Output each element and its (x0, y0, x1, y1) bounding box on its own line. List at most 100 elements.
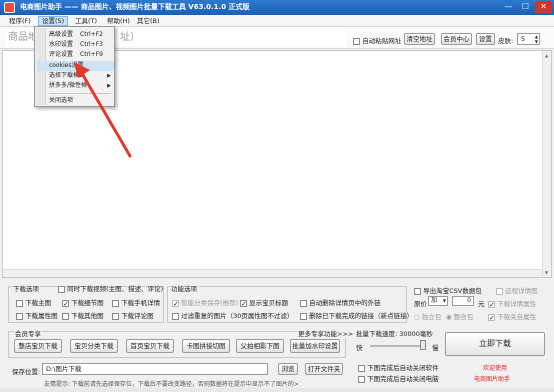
vertical-scrollbar[interactable]: ▲ ▼ (542, 51, 551, 277)
auto-close-check[interactable] (358, 364, 365, 372)
browse-button[interactable]: 浏览 (278, 363, 298, 375)
scroll-down-icon[interactable]: ▼ (545, 270, 548, 275)
detail-attr-check[interactable] (488, 300, 495, 308)
price-label: 原价 (414, 300, 427, 308)
filter-dup-label: 过滤重复的图片（30页属性图不过滤） (181, 312, 294, 320)
window-title: 电商图片助手 —— 商品图片、视频图片批量下载工具 V63.0.1.0 正式版 (20, 3, 250, 11)
stitch-image-button[interactable]: 卡图拼接切图 (182, 339, 230, 353)
other-image-check[interactable] (62, 312, 69, 320)
mobile-detail-check[interactable] (112, 299, 119, 307)
price-unit: 元 (478, 300, 485, 308)
price-value-input[interactable]: 0 (452, 296, 474, 306)
skin-value: 5 (521, 35, 526, 43)
auto-shutdown-check[interactable] (358, 375, 365, 383)
price-mode-select[interactable]: 加 ▼ (428, 296, 448, 306)
open-folder-button[interactable]: 打开文件夹 (305, 363, 343, 375)
category-download-button[interactable]: 宝贝分类下载 (70, 339, 118, 353)
option-filter-dup[interactable]: 过滤重复的图片（30页属性图不过滤） (172, 310, 293, 320)
option-mobile-detail[interactable]: 下载手机详情 (112, 297, 160, 307)
menu-advanced-settings[interactable]: 高级设置 Ctrl+F2 (37, 30, 114, 40)
member-center-button[interactable]: 会员中心 (441, 33, 472, 45)
detail-attr-option[interactable]: 下载详情属性 (488, 298, 536, 308)
auto-attr-option[interactable]: 下载关自属性 (488, 311, 536, 321)
review-image-label: 下载评论图 (121, 312, 154, 320)
review-image-check[interactable] (112, 312, 119, 320)
attr-image-check[interactable] (16, 312, 23, 320)
status-bar (0, 388, 554, 392)
download-now-button[interactable]: 立即下载 (445, 332, 545, 356)
main-image-label: 下载主图 (25, 299, 52, 307)
skin-stepper[interactable]: 5 ▲ ▼ (517, 33, 540, 45)
remove-links-check[interactable] (300, 299, 307, 307)
other-image-label: 下载其他图 (71, 312, 104, 320)
filter-dup-check[interactable] (172, 312, 179, 320)
main-image-check[interactable] (16, 299, 23, 307)
save-location-label: 保存位置: (12, 368, 41, 376)
menu-settings[interactable]: 设置(S) (38, 16, 69, 26)
annotation-arrow-icon (74, 62, 132, 158)
save-path-input[interactable]: D:\图片下载 (42, 363, 268, 375)
option-show-title[interactable]: 显示宝贝标题 (240, 297, 288, 307)
auto-paste-checkbox[interactable]: 自动粘贴网址 (353, 35, 401, 45)
option-remove-links[interactable]: 自动删除详情页中的外链 (300, 297, 381, 307)
detail-image-check[interactable] (62, 299, 69, 307)
mobile-detail-label: 下载手机详情 (121, 299, 161, 307)
option-main-image[interactable]: 下载主图 (16, 297, 51, 307)
home-download-button[interactable]: 首页宝贝下载 (126, 339, 174, 353)
member-title: 会员专享 (14, 328, 42, 338)
price-mode-value: 加 (431, 297, 438, 304)
minimize-button[interactable]: — (500, 1, 517, 13)
menu-watermark-settings[interactable]: 水印设置 Ctrl+F3 (37, 40, 114, 50)
remote-detail-check[interactable] (496, 287, 503, 295)
shop-download-button[interactable]: 整店宝贝下载 (14, 339, 62, 353)
friendly-tip: 友情提示: 下载前请先选择保存位，下载后不要改变路径，否则数据将在提示中显示不了… (44, 381, 299, 388)
option-review-image[interactable]: 下载评论图 (112, 310, 154, 320)
menu-tools[interactable]: 工具(T) (72, 16, 100, 26)
smart-sort-check[interactable] (172, 299, 179, 307)
auto-shutdown-option[interactable]: 下图完成后自动关闭电脑 (358, 373, 439, 383)
watermark-settings-button[interactable]: 批量加水印设置 (290, 339, 340, 353)
stepper-arrows-icon[interactable]: ▲ ▼ (535, 34, 538, 44)
menu-program[interactable]: 程序(F) (6, 16, 34, 26)
speed-slider[interactable] (370, 345, 426, 347)
close-button[interactable]: ✕ (535, 1, 552, 13)
more-member-link[interactable]: 更多专享功能>>> (297, 328, 355, 338)
settings-button[interactable]: 设置 (476, 33, 495, 45)
option-other-image[interactable]: 下载其他图 (62, 310, 104, 320)
menu-review-settings[interactable]: 评论设置 Ctrl+F9 (37, 50, 114, 60)
attr-image-label: 下载属性图 (25, 312, 58, 320)
auto-shutdown-label: 下图完成后自动关闭电脑 (367, 375, 439, 383)
remote-detail[interactable]: 远程详情图 (496, 285, 538, 295)
smart-sort-label: 智能分类保存(推荐) (181, 299, 239, 307)
menu-help[interactable]: 帮助(H) (104, 16, 133, 26)
advanced-settings-shortcut: Ctrl+F2 (80, 31, 103, 38)
independent-radio[interactable]: ○ 独立包 (414, 311, 441, 321)
skin-label: 皮肤: (498, 37, 514, 45)
option-smart-sort[interactable]: 智能分类保存(推荐) (172, 297, 238, 307)
menu-other[interactable]: 其它(B) (134, 16, 163, 26)
show-title-label: 显示宝贝标题 (249, 299, 289, 307)
advanced-settings-label: 高级设置 (49, 31, 74, 38)
speed-slider-thumb[interactable] (420, 340, 426, 350)
auto-paste-check[interactable] (353, 37, 360, 45)
watermark-settings-shortcut: Ctrl+F3 (80, 41, 103, 48)
video-option[interactable]: 同时下载视频(主图、描述、评论) (58, 283, 163, 293)
clear-url-button[interactable]: 清空地址 (404, 33, 435, 45)
export-csv-check[interactable] (414, 287, 421, 295)
option-detail-image[interactable]: 下载细节图 (62, 297, 104, 307)
maximize-button[interactable]: ☐ (517, 1, 534, 13)
horizontal-scrollbar[interactable] (3, 269, 542, 277)
merge-radio[interactable]: ◉ 整合包 (446, 311, 473, 321)
delete-done-check[interactable] (300, 312, 307, 320)
merge-label: 整合包 (453, 313, 474, 321)
option-attr-image[interactable]: 下载属性图 (16, 310, 58, 320)
show-title-check[interactable] (240, 299, 247, 307)
video-check[interactable] (58, 285, 65, 293)
option-delete-done[interactable]: 删除已下载完成的链接（新点链接） (300, 310, 413, 320)
export-csv[interactable]: 导出淘宝CSV数据包 (414, 285, 482, 295)
auto-attr-check[interactable] (488, 313, 495, 321)
auto-close-option[interactable]: 下图完成后自动关闭软件 (358, 362, 439, 372)
speed-slow-label: 慢 (432, 344, 439, 352)
similar-image-button[interactable]: 父拍相影下图 (236, 339, 284, 353)
scroll-up-icon[interactable]: ▲ (545, 53, 548, 58)
